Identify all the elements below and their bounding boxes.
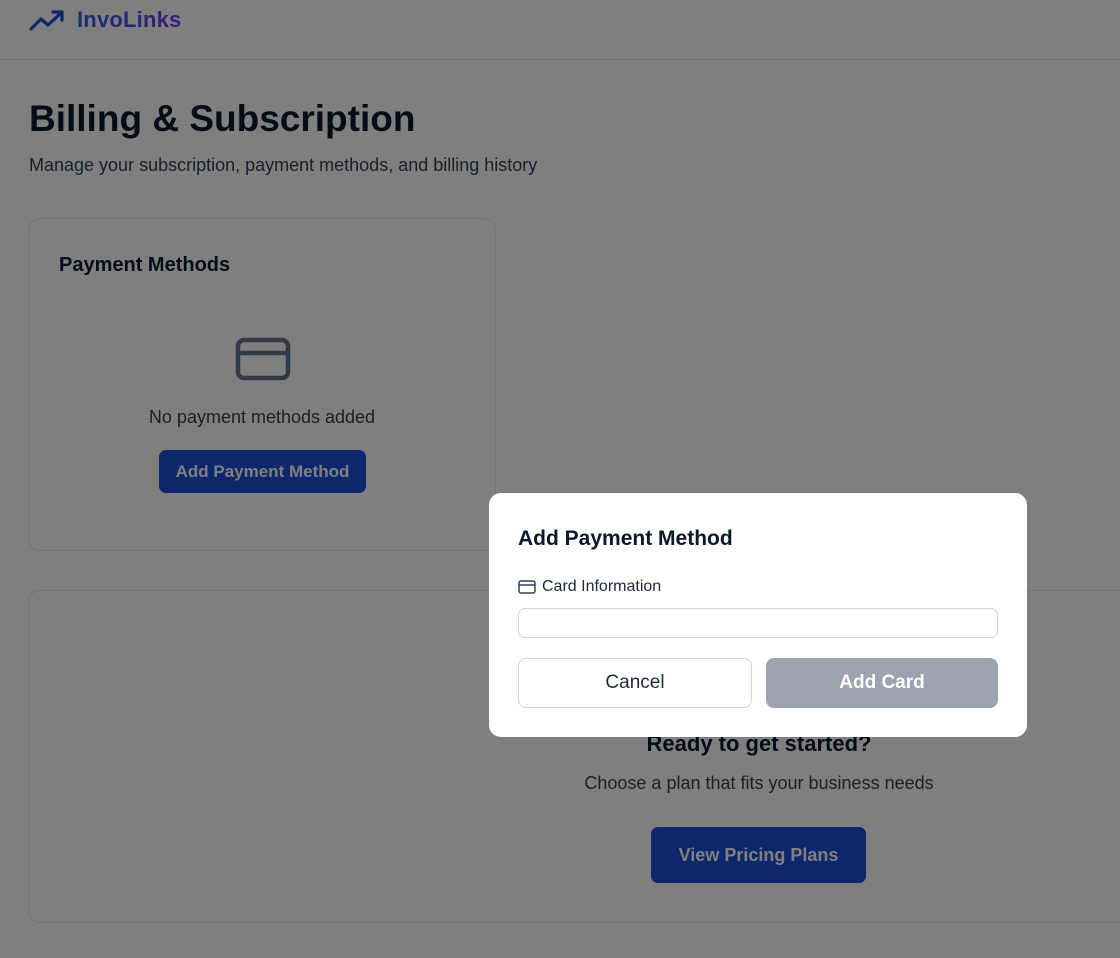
billing-page: InvoLinks Billing & Subscription Manage … (0, 0, 1120, 958)
card-information-input[interactable] (518, 608, 998, 638)
modal-overlay[interactable] (0, 0, 1120, 958)
add-payment-method-dialog: Add Payment Method Card Information Canc… (489, 493, 1027, 737)
dialog-title: Add Payment Method (518, 527, 733, 550)
cancel-button[interactable]: Cancel (518, 658, 752, 708)
credit-card-icon (518, 580, 536, 594)
card-information-label-text: Card Information (542, 578, 662, 595)
add-card-button[interactable]: Add Card (766, 658, 998, 708)
card-information-label: Card Information (518, 578, 661, 596)
